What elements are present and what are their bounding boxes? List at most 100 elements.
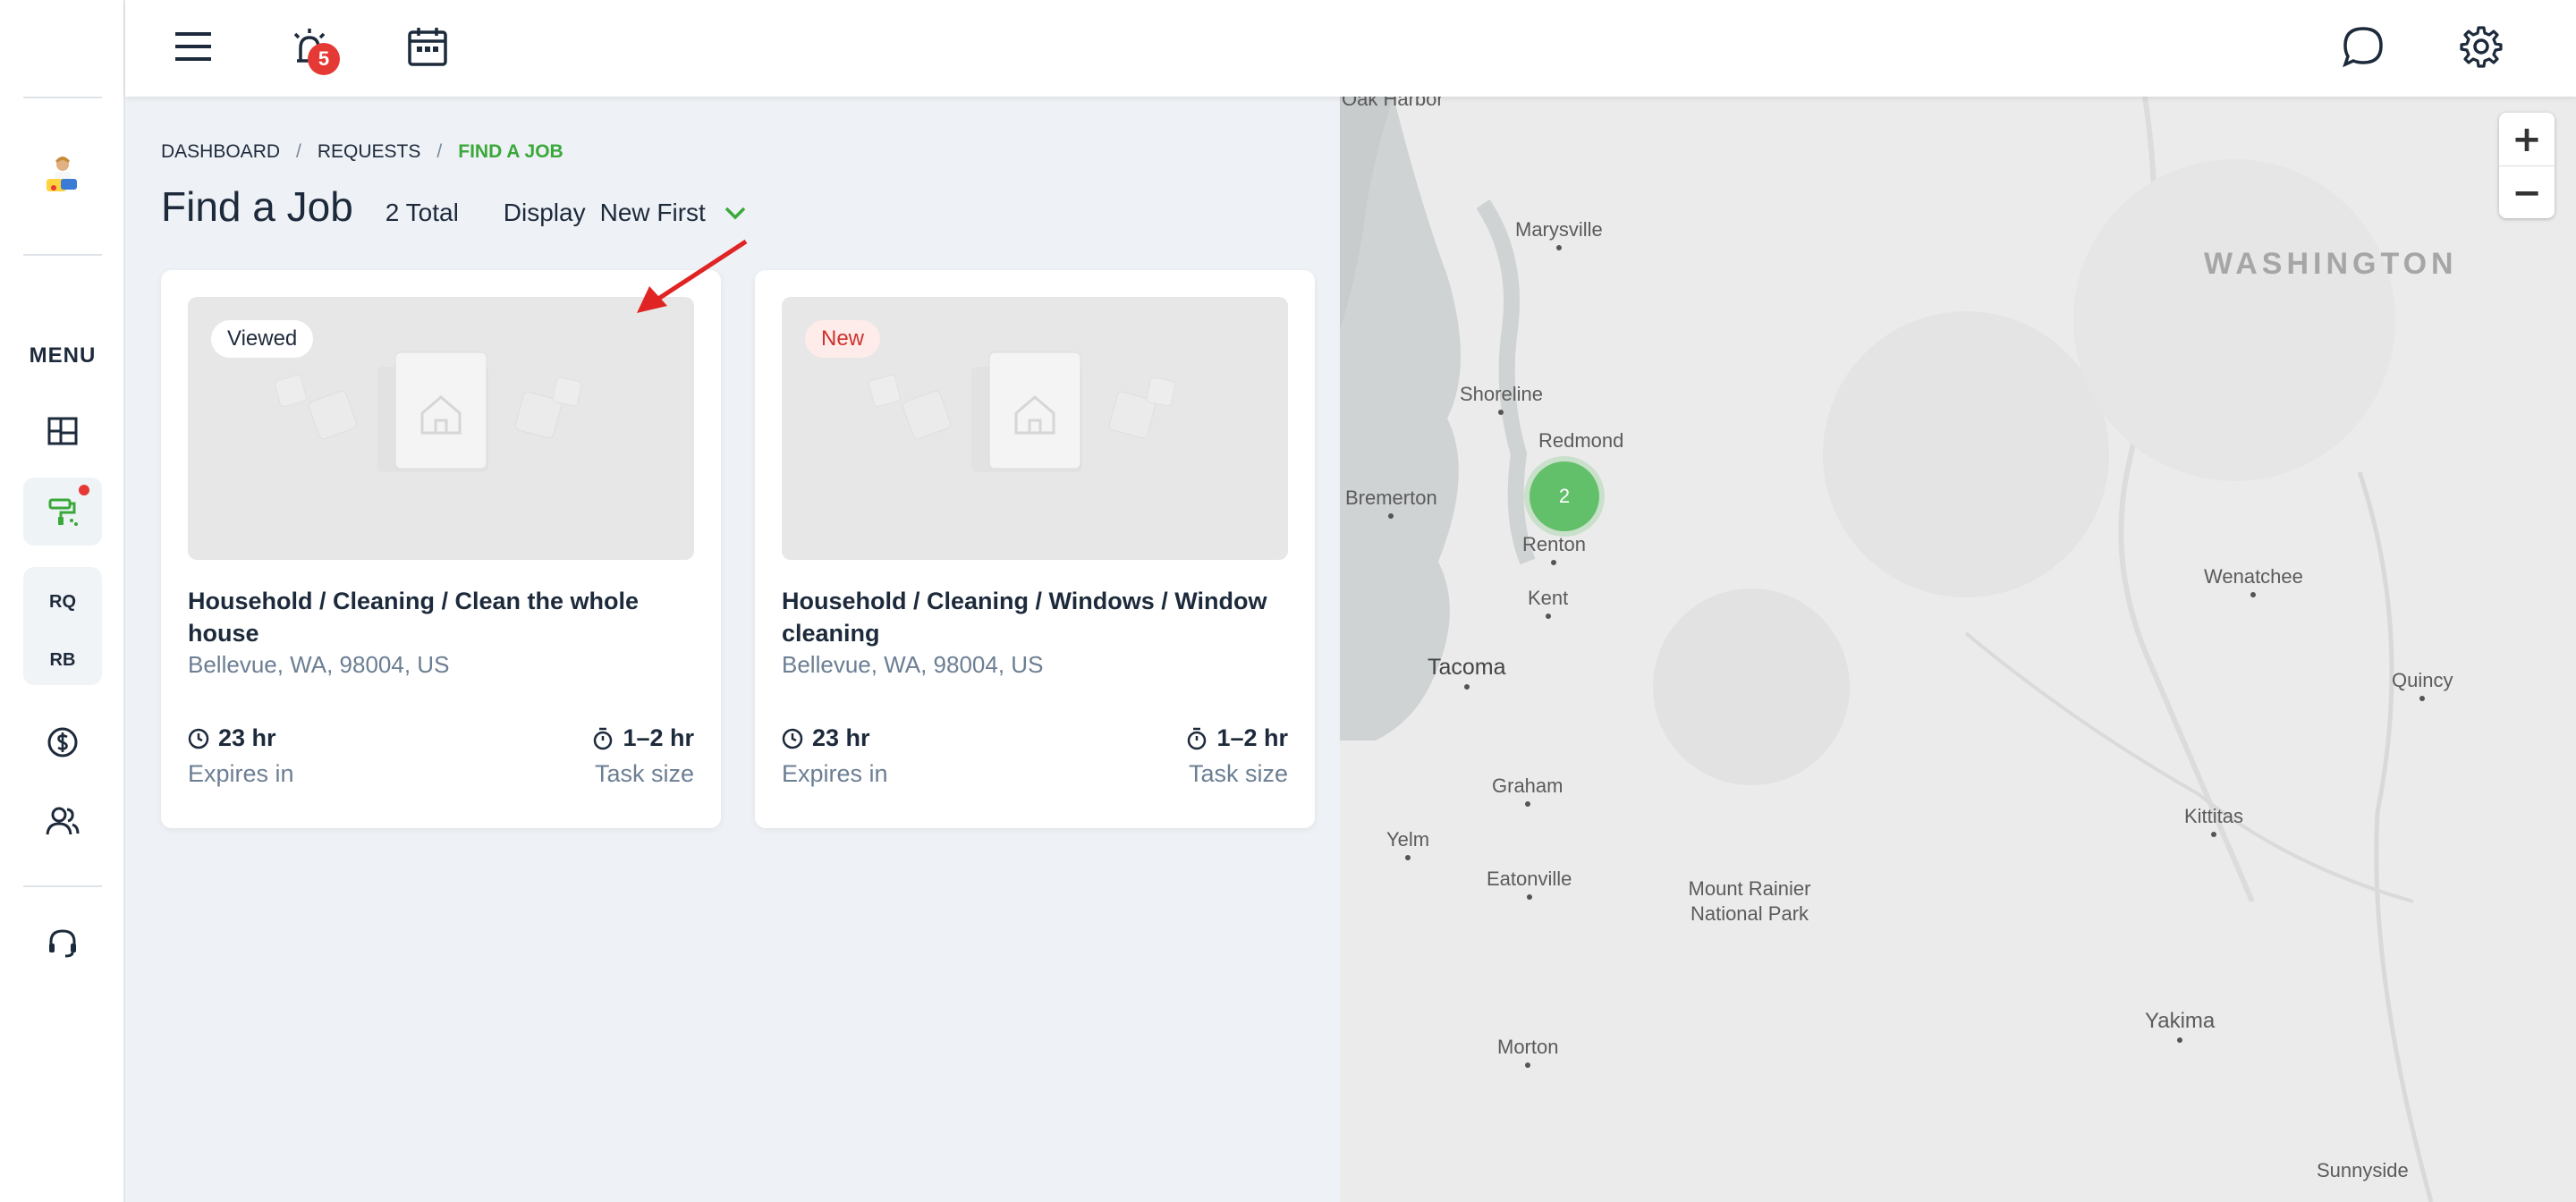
status-badge: Viewed bbox=[211, 320, 314, 358]
map-place-name: Shoreline bbox=[1460, 383, 1543, 405]
map-place-label: Bremerton bbox=[1345, 487, 1437, 519]
expires-label: Expires in bbox=[782, 760, 888, 787]
left-rail: MENU RQ RB bbox=[0, 0, 125, 1202]
map-place-label: Quincy bbox=[2392, 669, 2453, 701]
task-size-label: Task size bbox=[1188, 760, 1288, 787]
map-place-dot bbox=[1388, 513, 1394, 519]
breadcrumb: DASHBOARD / REQUESTS / FIND A JOB bbox=[161, 141, 564, 163]
display-label: Display bbox=[503, 199, 586, 226]
expires-value-text: 23 hr bbox=[218, 724, 276, 751]
map-place-name: Tacoma bbox=[1428, 655, 1506, 680]
expires-value: 23 hr bbox=[782, 724, 870, 752]
map-cluster-marker[interactable]: 2 bbox=[1530, 461, 1599, 531]
task-size-label: Task size bbox=[594, 760, 694, 787]
map-place-dot bbox=[1498, 410, 1504, 415]
map-place-name: Kittitas bbox=[2184, 805, 2244, 827]
map-place-dot bbox=[2177, 1037, 2183, 1043]
dashboard-icon bbox=[47, 417, 78, 445]
menu-button[interactable] bbox=[166, 20, 220, 73]
rail-divider bbox=[23, 97, 102, 98]
task-size-value: 1–2 hr bbox=[1186, 724, 1288, 752]
main-content: DASHBOARD / REQUESTS / FIND A JOB Find a… bbox=[125, 97, 1340, 1202]
map-place-dot bbox=[1555, 245, 1562, 250]
sidebar-item-dashboard[interactable] bbox=[23, 397, 102, 465]
chevron-down-icon bbox=[724, 207, 746, 220]
map-place-dot bbox=[2250, 592, 2257, 597]
task-size-value: 1–2 hr bbox=[592, 724, 694, 752]
map-place-label: Renton bbox=[1522, 533, 1586, 565]
zoom-out-button[interactable]: − bbox=[2499, 166, 2555, 219]
map-place-label: Oak Harbor bbox=[1342, 97, 1444, 110]
map-place-dot bbox=[1525, 1062, 1531, 1068]
map-place-label: Marysville bbox=[1515, 218, 1603, 250]
map-place-label: Sunnyside bbox=[2317, 1159, 2409, 1181]
map-place-label: Graham bbox=[1492, 775, 1563, 807]
breadcrumb-dashboard[interactable]: DASHBOARD bbox=[161, 141, 280, 163]
sidebar-group: RQ RB bbox=[23, 567, 102, 685]
job-location: Bellevue, WA, 98004, US bbox=[188, 651, 450, 678]
map-place-name: Quincy bbox=[2392, 669, 2453, 691]
annotation-arrow bbox=[637, 239, 748, 313]
map-place-name: Eatonville bbox=[1487, 868, 1572, 890]
map-state-label: WASHINGTON bbox=[2204, 247, 2458, 281]
job-card[interactable]: Viewed Household / Cleaning / Clean the … bbox=[161, 270, 721, 828]
map-place-dot bbox=[2211, 832, 2217, 837]
alerts-button[interactable]: 5 bbox=[283, 20, 340, 75]
chat-bubble-icon bbox=[2343, 27, 2383, 68]
map-place-dot bbox=[1524, 801, 1530, 807]
map-place-label: Shoreline bbox=[1460, 383, 1543, 415]
breadcrumb-current: FIND A JOB bbox=[458, 141, 564, 162]
job-thumbnail: New bbox=[782, 297, 1288, 560]
map-place-name: Marysville bbox=[1515, 218, 1603, 241]
sort-select[interactable]: New First bbox=[600, 199, 706, 227]
gear-icon bbox=[2460, 26, 2503, 68]
calendar-button[interactable] bbox=[401, 20, 454, 73]
sidebar-item-support[interactable] bbox=[23, 909, 102, 977]
job-title[interactable]: Household / Cleaning / Windows / Window … bbox=[782, 585, 1288, 649]
messages-button[interactable] bbox=[2336, 20, 2390, 73]
sidebar-item-payments[interactable] bbox=[23, 708, 102, 776]
stopwatch-icon bbox=[1188, 727, 1207, 749]
job-thumbnail: Viewed bbox=[188, 297, 694, 560]
zoom-in-button[interactable]: + bbox=[2499, 113, 2555, 165]
rail-divider bbox=[23, 254, 102, 256]
notification-dot bbox=[79, 485, 89, 495]
map-place-name: Yelm bbox=[1386, 828, 1430, 851]
map-place-dot bbox=[1526, 894, 1532, 900]
sidebar-item-users[interactable] bbox=[23, 787, 102, 855]
clock-icon bbox=[188, 728, 209, 749]
expires-value-text: 23 hr bbox=[812, 724, 870, 751]
breadcrumb-separator: / bbox=[436, 141, 443, 162]
breadcrumb-requests[interactable]: REQUESTS bbox=[318, 141, 421, 163]
calendar-icon bbox=[408, 28, 447, 66]
dollar-circle-icon bbox=[47, 727, 78, 758]
expires-label: Expires in bbox=[188, 760, 294, 787]
map-place-label: Morton bbox=[1497, 1036, 1558, 1068]
sidebar-item-rb[interactable]: RB bbox=[23, 650, 102, 671]
map-place-label: Yelm bbox=[1386, 828, 1429, 860]
sidebar-item-rq[interactable]: RQ bbox=[23, 592, 102, 613]
map-place-label: Yakima bbox=[2145, 1009, 2215, 1043]
map-place-name: Bremerton bbox=[1345, 487, 1437, 509]
status-badge: New bbox=[805, 320, 881, 358]
settings-button[interactable] bbox=[2454, 20, 2508, 73]
map-place-label: Kittitas bbox=[2184, 805, 2243, 837]
map-place-label: Tacoma bbox=[1428, 655, 1506, 690]
hamburger-icon bbox=[175, 32, 211, 61]
map-place-name: Morton bbox=[1497, 1036, 1559, 1058]
map-view[interactable]: WASHINGTON Oak Harbor Marysville Shoreli… bbox=[1340, 97, 2576, 1202]
avatar[interactable] bbox=[36, 150, 89, 204]
map-place-name: Renton bbox=[1522, 533, 1586, 555]
job-card[interactable]: New Household / Cleaning / Windows / Win… bbox=[755, 270, 1315, 828]
sort-dropdown-toggle[interactable] bbox=[724, 205, 747, 221]
paint-roller-icon bbox=[48, 498, 78, 526]
sidebar-item-find-job[interactable] bbox=[23, 478, 102, 546]
map-place-dot bbox=[1463, 684, 1470, 690]
page-header: Find a Job 2 Total Display New First bbox=[161, 182, 747, 231]
job-title[interactable]: Household / Cleaning / Clean the whole h… bbox=[188, 585, 694, 649]
map-place-label: Redmond bbox=[1538, 429, 1624, 452]
page-title: Find a Job bbox=[161, 183, 353, 230]
total-count: 2 Total bbox=[385, 199, 459, 226]
clock-icon bbox=[782, 728, 803, 749]
rail-divider bbox=[23, 885, 102, 887]
